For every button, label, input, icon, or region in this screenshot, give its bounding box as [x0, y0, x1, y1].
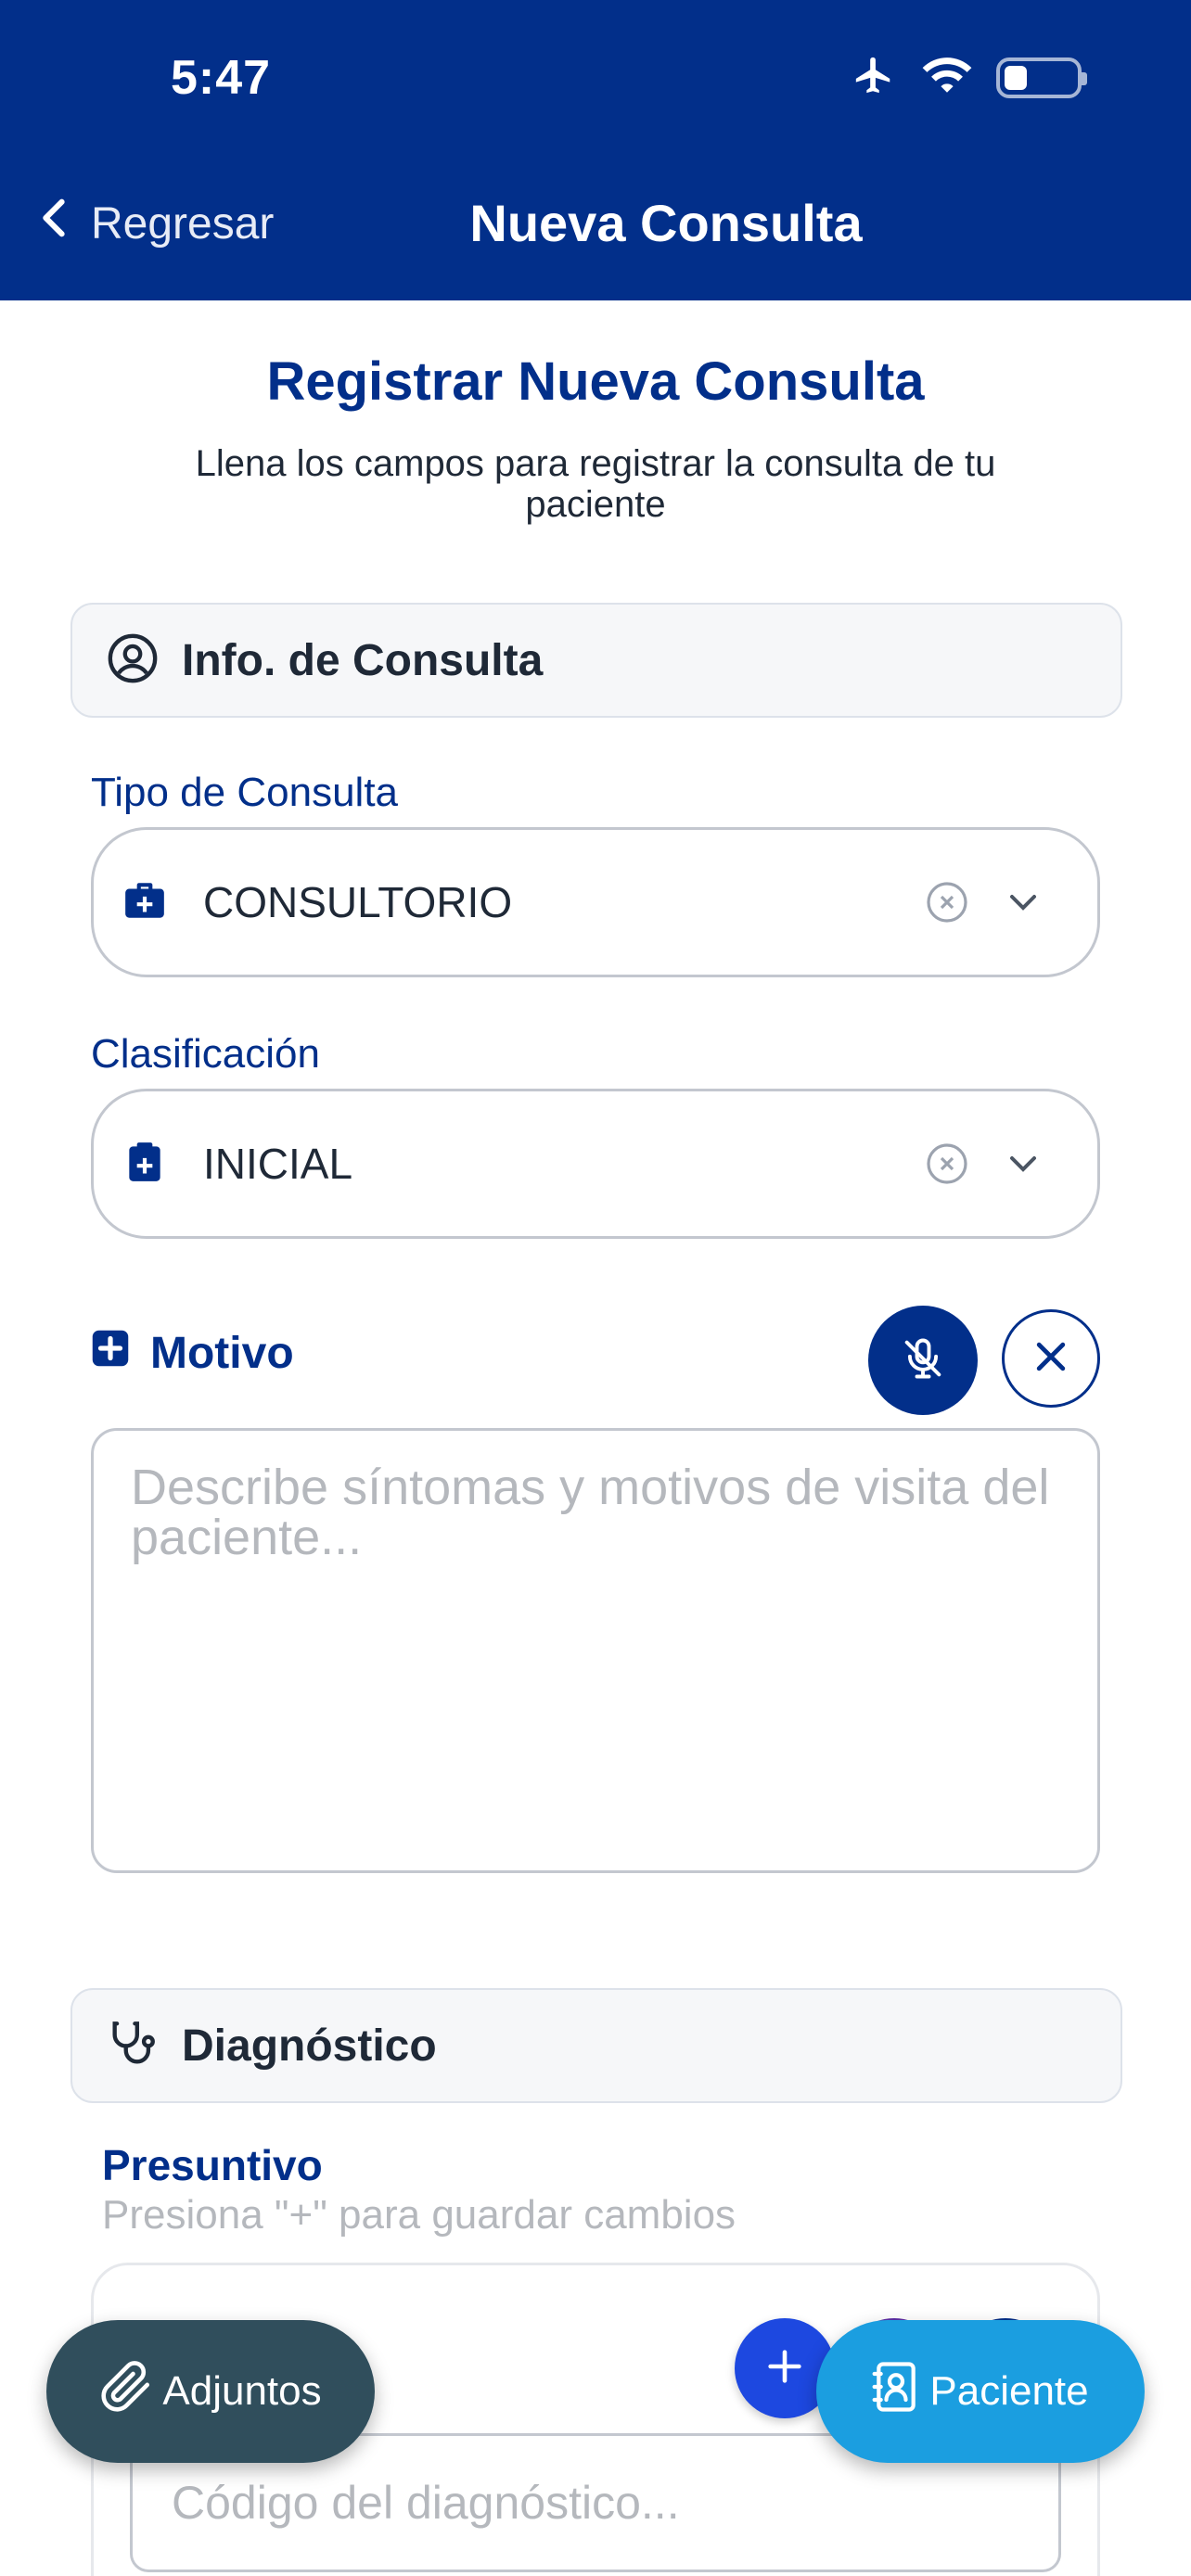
clear-circle-icon[interactable]: [925, 880, 969, 925]
page-subtitle: Llena los campos para registrar la consu…: [195, 443, 996, 525]
clasificacion-value: INICIAL: [203, 1140, 353, 1188]
stethoscope-icon: [106, 2017, 160, 2075]
voice-input-button[interactable]: [868, 1306, 978, 1415]
section-diagnostico: Diagnóstico: [70, 1988, 1122, 2103]
plus-square-icon: [91, 1328, 130, 1379]
status-icons: [850, 54, 1087, 101]
tipo-consulta-select[interactable]: CONSULTORIO: [91, 827, 1100, 977]
plus-icon: [763, 2345, 806, 2392]
tipo-consulta-label: Tipo de Consulta: [91, 770, 399, 815]
paperclip-icon: [99, 2360, 153, 2424]
paciente-label: Paciente: [929, 2368, 1089, 2414]
section-info-consulta: Info. de Consulta: [70, 603, 1122, 718]
user-circle-icon: [106, 631, 160, 690]
contact-book-icon: [872, 2361, 920, 2423]
clasificacion-label: Clasificación: [91, 1031, 320, 1077]
motivo-row: Motivo: [91, 1306, 1100, 1415]
clipboard-plus-icon: [122, 1139, 168, 1190]
adjuntos-button[interactable]: Adjuntos: [46, 2320, 375, 2463]
microphone-off-icon: [899, 1334, 947, 1387]
motivo-label: Motivo: [150, 1329, 294, 1378]
section-title: Diagnóstico: [182, 2021, 437, 2071]
nav-title: Nueva Consulta: [469, 194, 863, 252]
motivo-header: Motivo: [91, 1328, 294, 1379]
tipo-consulta-value: CONSULTORIO: [203, 878, 513, 926]
clear-circle-icon[interactable]: [925, 1141, 969, 1186]
close-icon: [1031, 1336, 1071, 1382]
presuntivo-hint: Presiona "+" para guardar cambios: [102, 2192, 736, 2238]
airplane-icon: [850, 54, 898, 101]
battery-icon: [996, 57, 1087, 98]
page-title: Registrar Nueva Consulta: [266, 351, 925, 412]
chevron-down-icon[interactable]: [1001, 1141, 1045, 1186]
wifi-icon: [922, 55, 972, 100]
motivo-textarea[interactable]: [91, 1428, 1100, 1873]
medical-bag-icon: [122, 877, 168, 928]
presuntivo-label: Presuntivo: [102, 2141, 323, 2189]
chevron-down-icon[interactable]: [1001, 880, 1045, 925]
app-header: 5:47 Regresar Nueva Consulta: [0, 0, 1191, 300]
section-title: Info. de Consulta: [182, 635, 544, 685]
status-time: 5:47: [171, 51, 272, 105]
paciente-button[interactable]: Paciente: [816, 2320, 1145, 2463]
clasificacion-select[interactable]: INICIAL: [91, 1089, 1100, 1239]
clear-motivo-button[interactable]: [1002, 1309, 1100, 1408]
adjuntos-label: Adjuntos: [162, 2368, 322, 2414]
